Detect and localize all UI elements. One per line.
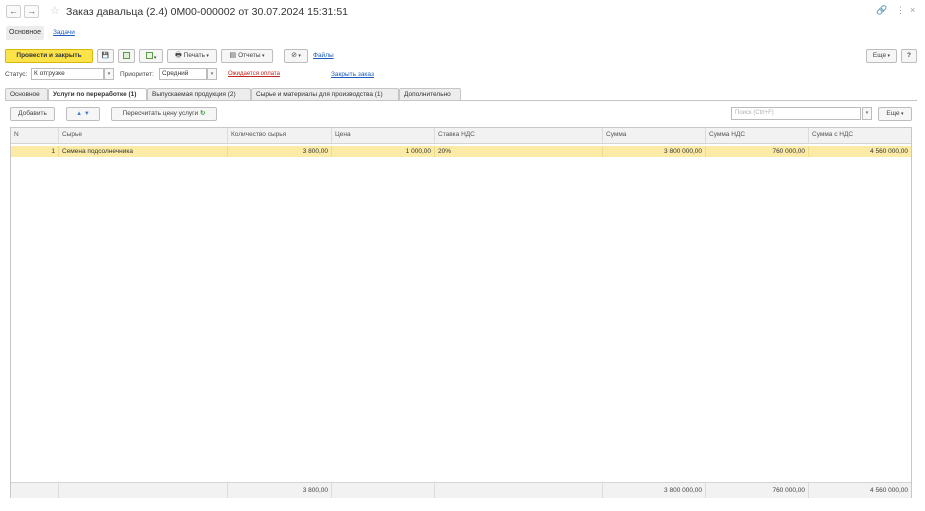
status-field[interactable]: К отгрузке <box>31 68 104 80</box>
priority-field[interactable]: Средний <box>159 68 207 80</box>
column-header-total[interactable]: Сумма с НДС <box>809 128 911 143</box>
table-row[interactable]: 1 Семена подсолнечника 3 800,00 1 000,00… <box>11 146 911 157</box>
back-icon: ← <box>9 6 18 16</box>
column-header-n[interactable]: N <box>11 128 59 143</box>
post-icon <box>123 52 130 59</box>
title-bar: ← → ☆ Заказ давальца (2.4) 0М00-000002 о… <box>0 0 925 24</box>
column-header-sum[interactable]: Сумма <box>603 128 706 143</box>
status-label: Статус: <box>5 71 28 78</box>
create-based-icon <box>145 52 153 59</box>
cell-total[interactable]: 4 560 000,00 <box>809 146 911 157</box>
recalculate-label: Пересчитать цену услуги <box>122 110 199 117</box>
move-buttons: ▲ ▼ <box>66 107 100 121</box>
services-table: N Сырье Количество сырья Цена Ставка НДС… <box>10 127 912 498</box>
cell-price[interactable]: 1 000,00 <box>332 146 435 157</box>
payment-state-link[interactable]: Ожидается оплата <box>228 71 280 77</box>
move-down-icon[interactable]: ▼ <box>84 111 90 117</box>
column-header-quantity[interactable]: Количество сырья <box>228 128 332 143</box>
cell-quantity[interactable]: 3 800,00 <box>228 146 332 157</box>
forward-icon: → <box>27 6 36 16</box>
window-title: Заказ давальца (2.4) 0М00-000002 от 30.0… <box>66 6 348 18</box>
search-input[interactable]: Поиск (Ctrl+F) <box>731 107 861 120</box>
column-header-vat-sum[interactable]: Сумма НДС <box>706 128 809 143</box>
footer-vat-rate <box>435 483 603 498</box>
section-tasks[interactable]: Задачи <box>50 26 78 40</box>
reports-label: Отчеты <box>238 52 261 59</box>
status-dropdown-icon[interactable]: ▾ <box>104 68 114 80</box>
post-and-close-button[interactable]: Провести и закрыть <box>5 49 93 63</box>
more-icon[interactable]: ⋮ <box>896 5 905 16</box>
cell-vat-sum[interactable]: 760 000,00 <box>706 146 809 157</box>
report-icon: ▤ <box>229 52 239 59</box>
help-button[interactable]: ? <box>901 49 917 63</box>
recalculate-price-button[interactable]: Пересчитать цену услуги ↻ <box>111 107 217 121</box>
section-main[interactable]: Основное <box>6 26 45 40</box>
tab-divider <box>5 100 917 101</box>
back-button[interactable]: ← <box>6 5 21 18</box>
print-label: Печать <box>183 52 205 59</box>
table-more-button[interactable]: Еще ▾ <box>878 107 912 121</box>
close-icon[interactable]: × <box>910 5 915 15</box>
refresh-icon: ↻ <box>200 110 206 117</box>
footer-price <box>332 483 435 498</box>
chevron-down-icon: ▾ <box>886 53 891 59</box>
priority-dropdown-icon[interactable]: ▾ <box>207 68 217 80</box>
chevron-down-icon: ▾ <box>296 53 301 59</box>
move-up-icon[interactable]: ▲ <box>76 111 82 117</box>
command-bar: Провести и закрыть 💾 ▾ 🖶 Печать ▾ ▤ Отче… <box>0 49 925 65</box>
column-header-vat-rate[interactable]: Ставка НДС <box>435 128 603 143</box>
footer-n <box>11 483 59 498</box>
table-header: N Сырье Количество сырья Цена Ставка НДС… <box>11 128 911 144</box>
more-label: Еще <box>872 52 887 59</box>
footer-total: 4 560 000,00 <box>870 487 908 494</box>
table-footer: 3 800,00 3 800 000,00 760 000,00 4 560 0… <box>11 482 911 498</box>
cell-material[interactable]: Семена подсолнечника <box>59 146 228 157</box>
print-button[interactable]: 🖶 Печать ▾ <box>167 49 217 63</box>
reports-button[interactable]: ▤ Отчеты ▾ <box>221 49 273 63</box>
attach-button[interactable]: ⊘ ▾ <box>284 49 308 63</box>
chevron-down-icon: ▾ <box>260 53 265 59</box>
forward-button[interactable]: → <box>24 5 39 18</box>
close-order-link[interactable]: Закрыть заказ <box>331 71 374 78</box>
printer-icon: 🖶 <box>175 52 184 59</box>
more-button[interactable]: Еще ▾ <box>866 49 897 63</box>
save-icon: 💾 <box>101 53 110 59</box>
priority-label: Приоритет: <box>120 71 154 78</box>
search-dropdown-icon[interactable]: ▾ <box>862 107 872 120</box>
favorite-star-icon[interactable]: ☆ <box>50 4 60 17</box>
link-icon[interactable]: 🔗 <box>876 5 887 16</box>
files-link[interactable]: Файлы <box>313 52 334 59</box>
footer-material <box>59 483 228 498</box>
column-header-price[interactable]: Цена <box>332 128 435 143</box>
footer-quantity-total: 3 800,00 <box>228 483 332 498</box>
column-header-material[interactable]: Сырье <box>59 128 228 143</box>
cell-sum[interactable]: 3 800 000,00 <box>603 146 706 157</box>
save-button[interactable]: 💾 <box>97 49 114 63</box>
post-button[interactable] <box>118 49 135 63</box>
chevron-down-icon: ▾ <box>204 53 209 59</box>
create-based-on-button[interactable]: ▾ <box>139 49 163 63</box>
cell-n[interactable]: 1 <box>11 146 59 157</box>
chevron-down-icon: ▾ <box>899 111 904 117</box>
add-button[interactable]: Добавить <box>10 107 55 121</box>
cell-vat-rate[interactable]: 20% <box>435 146 603 157</box>
chevron-down-icon: ▾ <box>152 55 157 61</box>
status-row: Статус: К отгрузке ▾ Приоритет: Средний … <box>0 68 925 82</box>
footer-vat-sum-total: 760 000,00 <box>706 483 809 498</box>
footer-sum-total: 3 800 000,00 <box>603 483 706 498</box>
table-more-label: Еще <box>886 110 900 117</box>
